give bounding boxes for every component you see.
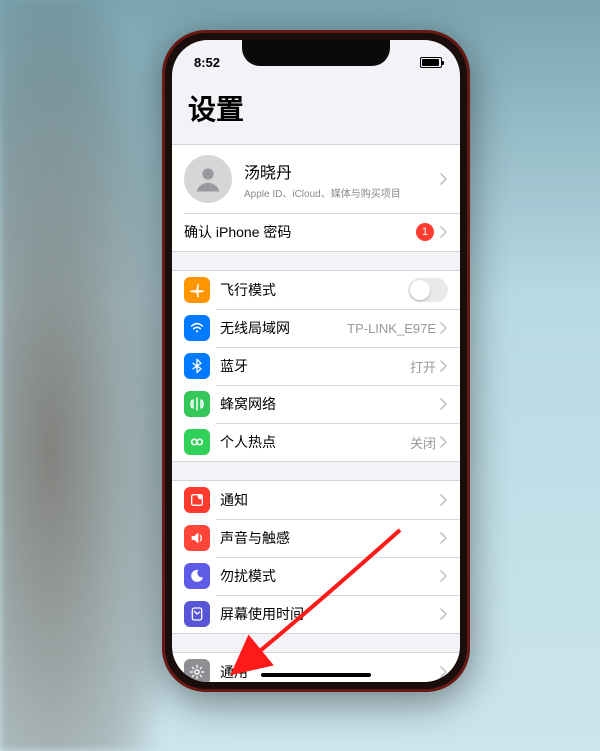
screen: 8:52 设置 <box>172 40 460 682</box>
chevron-icon <box>440 322 448 334</box>
profile-group: 汤晓丹 Apple ID、iCloud、媒体与购买项目 确认 iPhone 密码… <box>172 144 460 252</box>
chevron-icon <box>440 398 448 410</box>
chevron-icon <box>440 173 448 185</box>
hotspot-row[interactable]: 个人热点 关闭 <box>172 423 460 461</box>
general-row[interactable]: 通用 <box>172 653 460 682</box>
screentime-label: 屏幕使用时间 <box>220 604 440 624</box>
chevron-icon <box>440 570 448 582</box>
dnd-row[interactable]: 勿扰模式 <box>172 557 460 595</box>
chevron-icon <box>440 494 448 506</box>
hotspot-icon <box>184 429 210 455</box>
bluetooth-icon <box>184 353 210 379</box>
home-indicator[interactable] <box>261 673 371 677</box>
dnd-label: 勿扰模式 <box>220 566 440 586</box>
bt-label: 蓝牙 <box>220 356 410 376</box>
sounds-row[interactable]: 声音与触感 <box>172 519 460 557</box>
profile-name: 汤晓丹 <box>244 159 440 183</box>
chevron-icon <box>440 608 448 620</box>
page-title: 设置 <box>188 88 444 128</box>
chevron-icon <box>440 532 448 544</box>
chevron-icon <box>440 436 448 448</box>
bt-value: 打开 <box>410 357 436 376</box>
screentime-icon <box>184 601 210 627</box>
notifications-icon <box>184 487 210 513</box>
status-time: 8:52 <box>194 55 220 70</box>
page-header: 设置 <box>172 80 460 134</box>
notification-badge: 1 <box>416 223 434 241</box>
wifi-row[interactable]: 无线局域网 TP-LINK_E97E <box>172 309 460 347</box>
notif-label: 通知 <box>220 490 440 510</box>
confirm-label: 确认 iPhone 密码 <box>184 222 416 242</box>
airplane-mode-row[interactable]: 飞行模式 <box>172 271 460 309</box>
cell-label: 蜂窝网络 <box>220 394 440 414</box>
wifi-label: 无线局域网 <box>220 318 347 338</box>
confirm-password-row[interactable]: 确认 iPhone 密码 1 <box>172 213 460 251</box>
general-group: 通用 控制中心 A 显示与亮度 <box>172 652 460 682</box>
sounds-icon <box>184 525 210 551</box>
chevron-icon <box>440 360 448 372</box>
wifi-value: TP-LINK_E97E <box>347 321 436 336</box>
wifi-settings-icon <box>184 315 210 341</box>
general-label: 通用 <box>220 662 440 682</box>
hotspot-label: 个人热点 <box>220 432 410 452</box>
airplane-toggle[interactable] <box>408 278 448 302</box>
network-group: 飞行模式 无线局域网 TP-LINK_E97E 蓝牙 打开 <box>172 270 460 462</box>
profile-subtitle: Apple ID、iCloud、媒体与购买项目 <box>244 185 440 200</box>
bluetooth-row[interactable]: 蓝牙 打开 <box>172 347 460 385</box>
apple-id-row[interactable]: 汤晓丹 Apple ID、iCloud、媒体与购买项目 <box>172 145 460 213</box>
chevron-icon <box>440 666 448 678</box>
notch <box>242 40 390 66</box>
gear-icon <box>184 659 210 682</box>
dnd-icon <box>184 563 210 589</box>
cellular-row[interactable]: 蜂窝网络 <box>172 385 460 423</box>
battery-icon <box>420 57 442 68</box>
phone-frame: 8:52 设置 <box>162 30 470 692</box>
screentime-row[interactable]: 屏幕使用时间 <box>172 595 460 633</box>
airplane-label: 飞行模式 <box>220 280 408 300</box>
chevron-icon <box>440 226 448 238</box>
sound-label: 声音与触感 <box>220 528 440 548</box>
notifications-row[interactable]: 通知 <box>172 481 460 519</box>
airplane-icon <box>184 277 210 303</box>
alerts-group: 通知 声音与触感 勿扰模式 <box>172 480 460 634</box>
status-right <box>412 57 442 68</box>
settings-scroll[interactable]: 设置 汤晓丹 Apple ID、iCloud、媒体与购买项目 确认 iPhone… <box>172 76 460 682</box>
cellular-settings-icon <box>184 391 210 417</box>
avatar <box>184 155 232 203</box>
hotspot-value: 关闭 <box>410 433 436 452</box>
